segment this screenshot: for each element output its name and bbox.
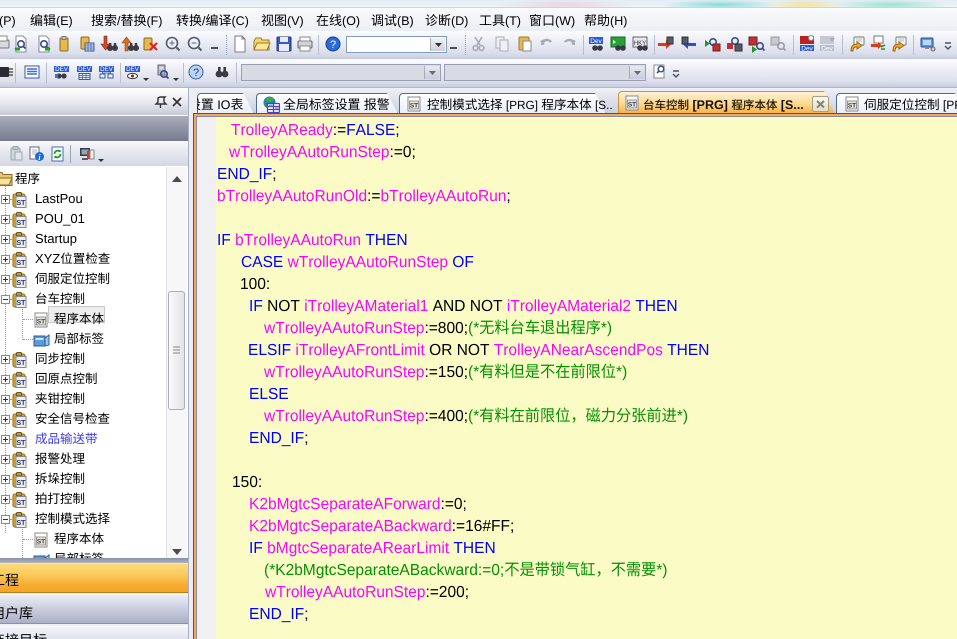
- svg-text:Dev: Dev: [801, 46, 813, 53]
- svg-text:ST: ST: [17, 380, 27, 387]
- svg-text:DEV: DEV: [55, 66, 69, 73]
- svg-text:?: ?: [330, 39, 336, 51]
- svg-text:ST: ST: [17, 300, 27, 307]
- svg-text:ST: ST: [17, 400, 27, 407]
- svg-text:ST: ST: [628, 102, 636, 109]
- svg-text:ST: ST: [17, 200, 27, 207]
- svg-text:ST: ST: [17, 240, 27, 247]
- svg-text:ST: ST: [410, 103, 418, 110]
- svg-text:Dev: Dev: [590, 38, 602, 45]
- svg-text:Dev: Dev: [821, 46, 833, 53]
- svg-text:ST: ST: [17, 220, 27, 227]
- svg-text:ST: ST: [17, 440, 27, 447]
- svg-text:DEV: DEV: [126, 66, 140, 73]
- svg-text:ST: ST: [848, 103, 856, 110]
- svg-text:ST: ST: [17, 480, 27, 487]
- svg-text:ST: ST: [37, 539, 45, 546]
- svg-text:ST: ST: [17, 260, 27, 267]
- svg-text:DEV: DEV: [78, 66, 92, 73]
- svg-text:ST: ST: [17, 280, 27, 287]
- svg-text:ST: ST: [37, 319, 45, 326]
- svg-text:ST: ST: [17, 420, 27, 427]
- svg-text:ST: ST: [17, 500, 27, 507]
- svg-text:ST: ST: [17, 460, 27, 467]
- svg-text:?: ?: [193, 67, 199, 79]
- svg-text:ST: ST: [17, 360, 27, 367]
- svg-text:ST: ST: [17, 520, 27, 527]
